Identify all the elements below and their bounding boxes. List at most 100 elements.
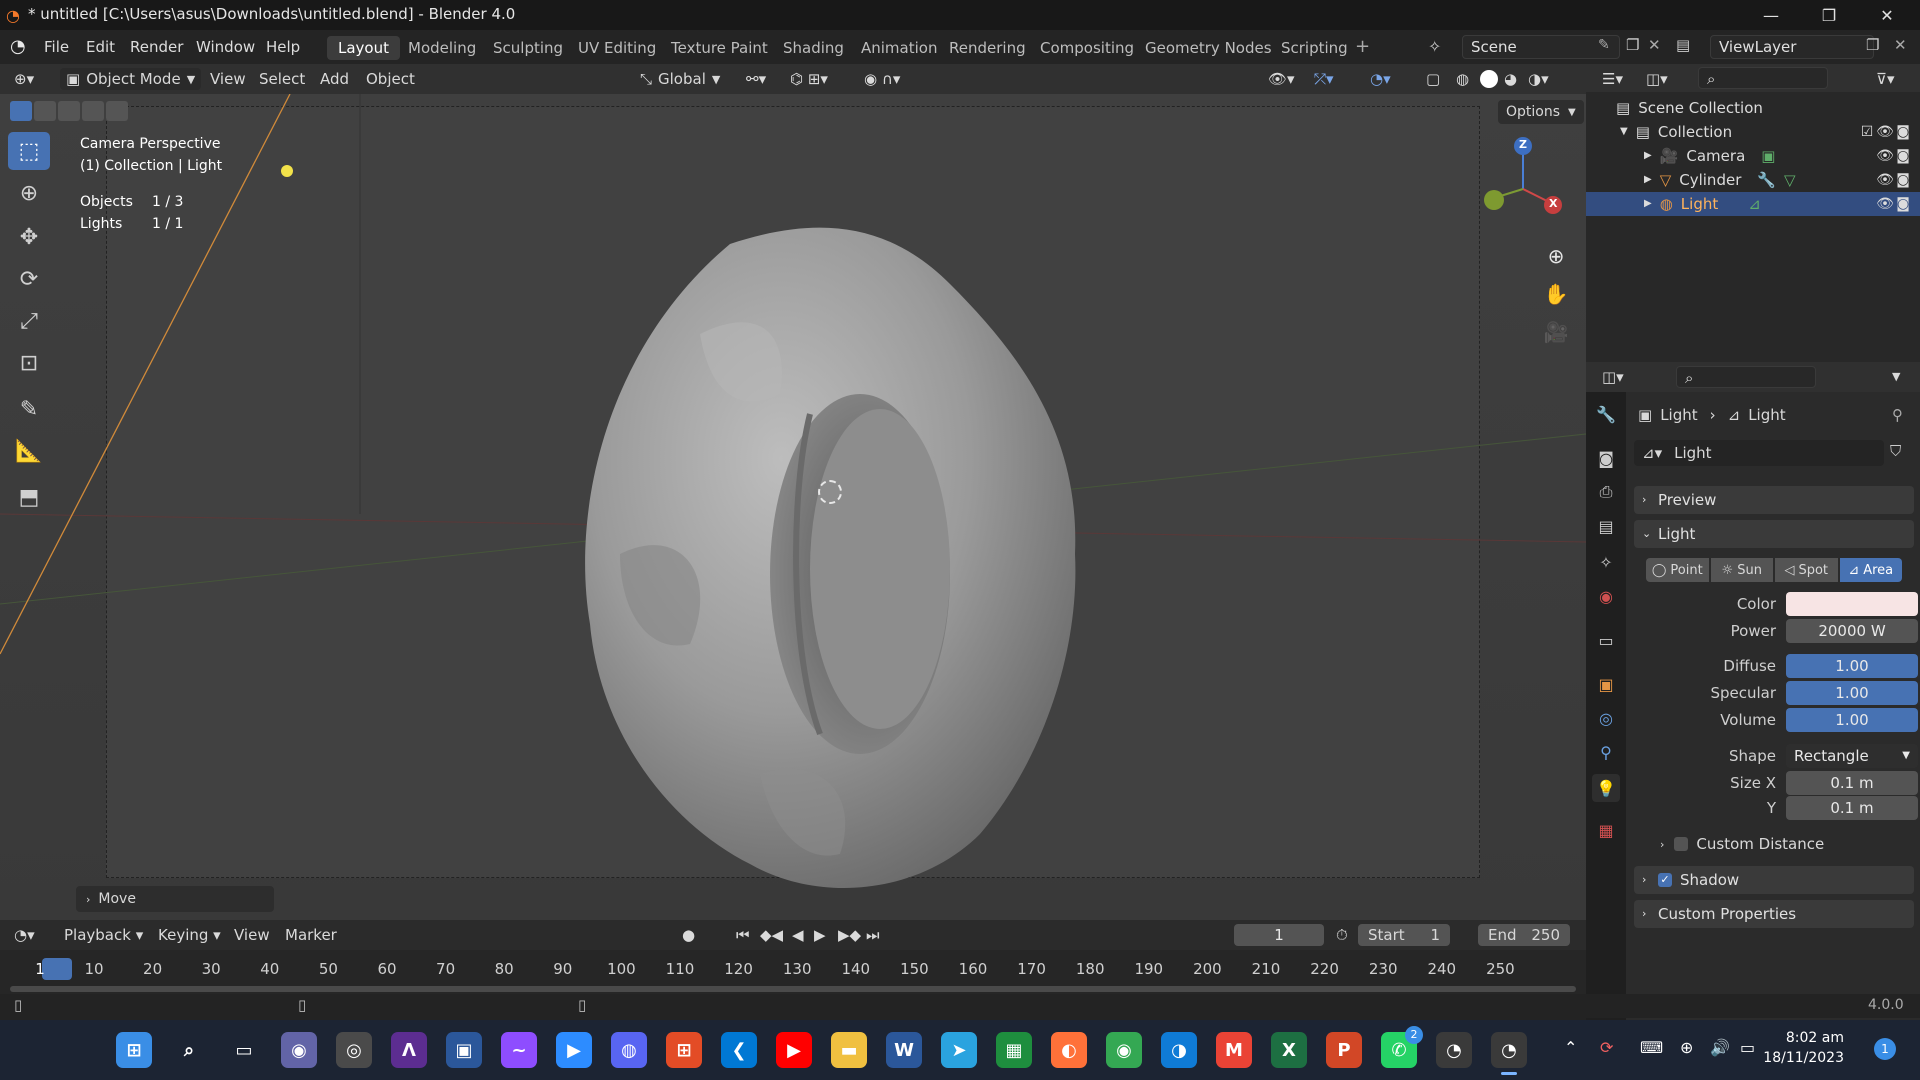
light-data-icon[interactable]: ⊿ — [1748, 192, 1761, 216]
ms-store-icon[interactable]: ⊞ — [666, 1032, 702, 1068]
scale-tool-icon[interactable]: ⤢ — [8, 302, 50, 340]
menu-playback[interactable]: Playback ▾ — [64, 925, 143, 945]
blender-active-icon[interactable]: ◔ — [1491, 1032, 1527, 1068]
gizmo-toggle-icon[interactable]: ⤱▾ — [1314, 69, 1334, 89]
custom-properties-header[interactable]: › Custom Properties — [1634, 900, 1914, 928]
tab-uv-editing[interactable]: UV Editing — [567, 36, 667, 60]
volume-icon[interactable]: 🔊 — [1710, 1038, 1730, 1057]
outliner-item-light[interactable]: ▶ ◍ Light ⊿ 👁 ◙ — [1586, 192, 1920, 216]
select-intersect-icon[interactable] — [106, 101, 128, 121]
task-view-icon[interactable]: ▭ — [226, 1032, 262, 1068]
tab-geometry-nodes[interactable]: Geometry Nodes — [1134, 36, 1283, 60]
menu-window[interactable]: Window — [196, 35, 255, 59]
prev-keyframe-icon[interactable]: ◆◀ — [760, 925, 783, 945]
eye-icon[interactable]: 👁 — [1876, 147, 1894, 165]
shadow-checkbox[interactable]: ✓ — [1658, 873, 1672, 887]
tab-rendering[interactable]: Rendering — [938, 36, 1037, 60]
light-data-tab-icon[interactable]: 💡 — [1592, 774, 1620, 802]
scene-selector[interactable]: Scene — [1462, 35, 1620, 59]
shadow-panel-header[interactable]: › ✓ Shadow — [1634, 866, 1914, 894]
visibility-icon[interactable]: 👁▾ — [1268, 69, 1295, 89]
telegram-icon[interactable]: ➤ — [941, 1032, 977, 1068]
store-icon[interactable]: ▣ — [446, 1032, 482, 1068]
language-icon[interactable]: ⊕ — [1680, 1038, 1693, 1057]
volume-slider[interactable]: 1.00 — [1786, 708, 1918, 732]
light-type-spot[interactable]: ◁ Spot — [1775, 558, 1838, 582]
select-mode-buttons[interactable] — [10, 100, 128, 122]
display-mode-icon[interactable]: ◫▾ — [1646, 69, 1668, 89]
jump-end-icon[interactable]: ⏭ — [866, 925, 880, 945]
editor-type-icon[interactable]: ⊕▾ — [14, 69, 34, 89]
custom-distance-checkbox[interactable] — [1674, 837, 1689, 851]
3d-viewport[interactable]: ⊕▾ ▣ Object Mode ▼ View Select Add Objec… — [0, 64, 1586, 920]
mesh-data-icon[interactable]: ▽ — [1784, 168, 1796, 192]
expand-icon[interactable]: ▶ — [1644, 192, 1652, 216]
pin-scene-icon[interactable]: ✎ — [1598, 37, 1610, 53]
light-datablock-selector[interactable]: ⊿▾ Light — [1634, 440, 1884, 466]
menu-select[interactable]: Select — [259, 69, 305, 89]
light-panel-header[interactable]: ⌄ Light — [1634, 520, 1914, 548]
vscode-icon[interactable]: ❮ — [721, 1032, 757, 1068]
timeline-scrollbar[interactable] — [10, 986, 1576, 992]
view-layer-selector[interactable]: ViewLayer — [1710, 35, 1874, 59]
clock-date[interactable]: 18/11/2023 — [1760, 1050, 1844, 1066]
tab-compositing[interactable]: Compositing — [1029, 36, 1145, 60]
camera-app-icon[interactable]: ◎ — [336, 1032, 372, 1068]
outliner-item-cylinder[interactable]: ▶ ▽ Cylinder 🔧 ▽ 👁 ◙ — [1586, 168, 1920, 192]
tab-sculpting[interactable]: Sculpting — [482, 36, 574, 60]
tab-texture-paint[interactable]: Texture Paint — [660, 36, 779, 60]
custom-distance-subpanel[interactable]: › Custom Distance — [1660, 835, 1824, 853]
keyboard-icon[interactable]: ⌨ — [1640, 1038, 1663, 1057]
xray-icon[interactable]: ▢ — [1426, 69, 1440, 89]
render-camera-icon[interactable]: ◙ — [1894, 147, 1912, 165]
firefox-icon[interactable]: ◐ — [1051, 1032, 1087, 1068]
proportional-edit-icon[interactable]: ◉ ∩▾ — [864, 69, 900, 89]
select-box-tool-icon[interactable]: ⬚ — [8, 132, 50, 170]
chevron-down-icon[interactable]: ▼ — [1892, 367, 1900, 387]
zoom-icon[interactable]: ⊕ — [1540, 240, 1572, 272]
stopwatch-icon[interactable]: ⏱ — [1336, 925, 1348, 945]
tab-shading[interactable]: Shading — [772, 36, 855, 60]
battery-icon[interactable]: ▭ — [1740, 1038, 1755, 1057]
eye-icon[interactable]: 👁 — [1876, 171, 1894, 189]
tab-scripting[interactable]: Scripting — [1270, 36, 1359, 60]
select-new-icon[interactable] — [10, 101, 32, 121]
menu-help[interactable]: Help — [266, 35, 300, 59]
menu-render[interactable]: Render — [130, 35, 183, 59]
search-icon[interactable]: ⌕ — [171, 1032, 207, 1068]
new-view-layer-icon[interactable]: ❐ — [1866, 36, 1879, 54]
rendered-shading-icon[interactable]: ◑▾ — [1528, 69, 1549, 89]
power-field[interactable]: 20000 W — [1786, 619, 1918, 643]
render-camera-icon[interactable]: ◙ — [1894, 195, 1912, 213]
constraints-tab-icon[interactable]: ⚲ — [1592, 738, 1620, 766]
powerpoint-icon[interactable]: P — [1326, 1032, 1362, 1068]
expand-icon[interactable]: ▶ — [1644, 168, 1652, 192]
pan-hand-icon[interactable]: ✋ — [1540, 278, 1572, 310]
options-dropdown[interactable]: Options ▼ — [1498, 100, 1584, 124]
messenger-icon[interactable]: ~ — [501, 1032, 537, 1068]
overlay-toggle-icon[interactable]: ◔▾ — [1370, 69, 1391, 89]
menu-edit[interactable]: Edit — [86, 35, 115, 59]
record-icon[interactable]: ● — [682, 925, 695, 945]
specular-slider[interactable]: 1.00 — [1786, 681, 1918, 705]
properties-type-icon[interactable]: ◫▾ — [1602, 367, 1624, 387]
cursor-tool-icon[interactable]: ⊕ — [8, 174, 50, 212]
texture-tab-icon[interactable]: ▦ — [1592, 816, 1620, 844]
light-type-area[interactable]: ⊿ Area — [1839, 558, 1902, 582]
delete-scene-icon[interactable]: ✕ — [1648, 36, 1661, 54]
tab-animation[interactable]: Animation — [850, 36, 948, 60]
physics-tab-icon[interactable]: ◎ — [1592, 704, 1620, 732]
collapse-icon[interactable]: ▼ — [1620, 120, 1628, 144]
jump-start-icon[interactable]: ⏮ — [736, 925, 750, 945]
end-frame-field[interactable]: End 250 — [1478, 924, 1570, 946]
youtube-icon[interactable]: ▶ — [776, 1032, 812, 1068]
select-extend-icon[interactable] — [34, 101, 56, 121]
material-shading-icon[interactable]: ◕ — [1504, 69, 1517, 89]
mode-selector[interactable]: ▣ Object Mode ▼ — [60, 68, 202, 90]
eye-icon[interactable]: 👁 — [1876, 123, 1894, 141]
menu-view[interactable]: View — [210, 69, 246, 89]
minimize-button[interactable]: — — [1748, 0, 1794, 30]
annotate-tool-icon[interactable]: ✎ — [8, 390, 50, 428]
add-workspace-button[interactable]: + — [1355, 35, 1370, 59]
word-icon[interactable]: W — [886, 1032, 922, 1068]
